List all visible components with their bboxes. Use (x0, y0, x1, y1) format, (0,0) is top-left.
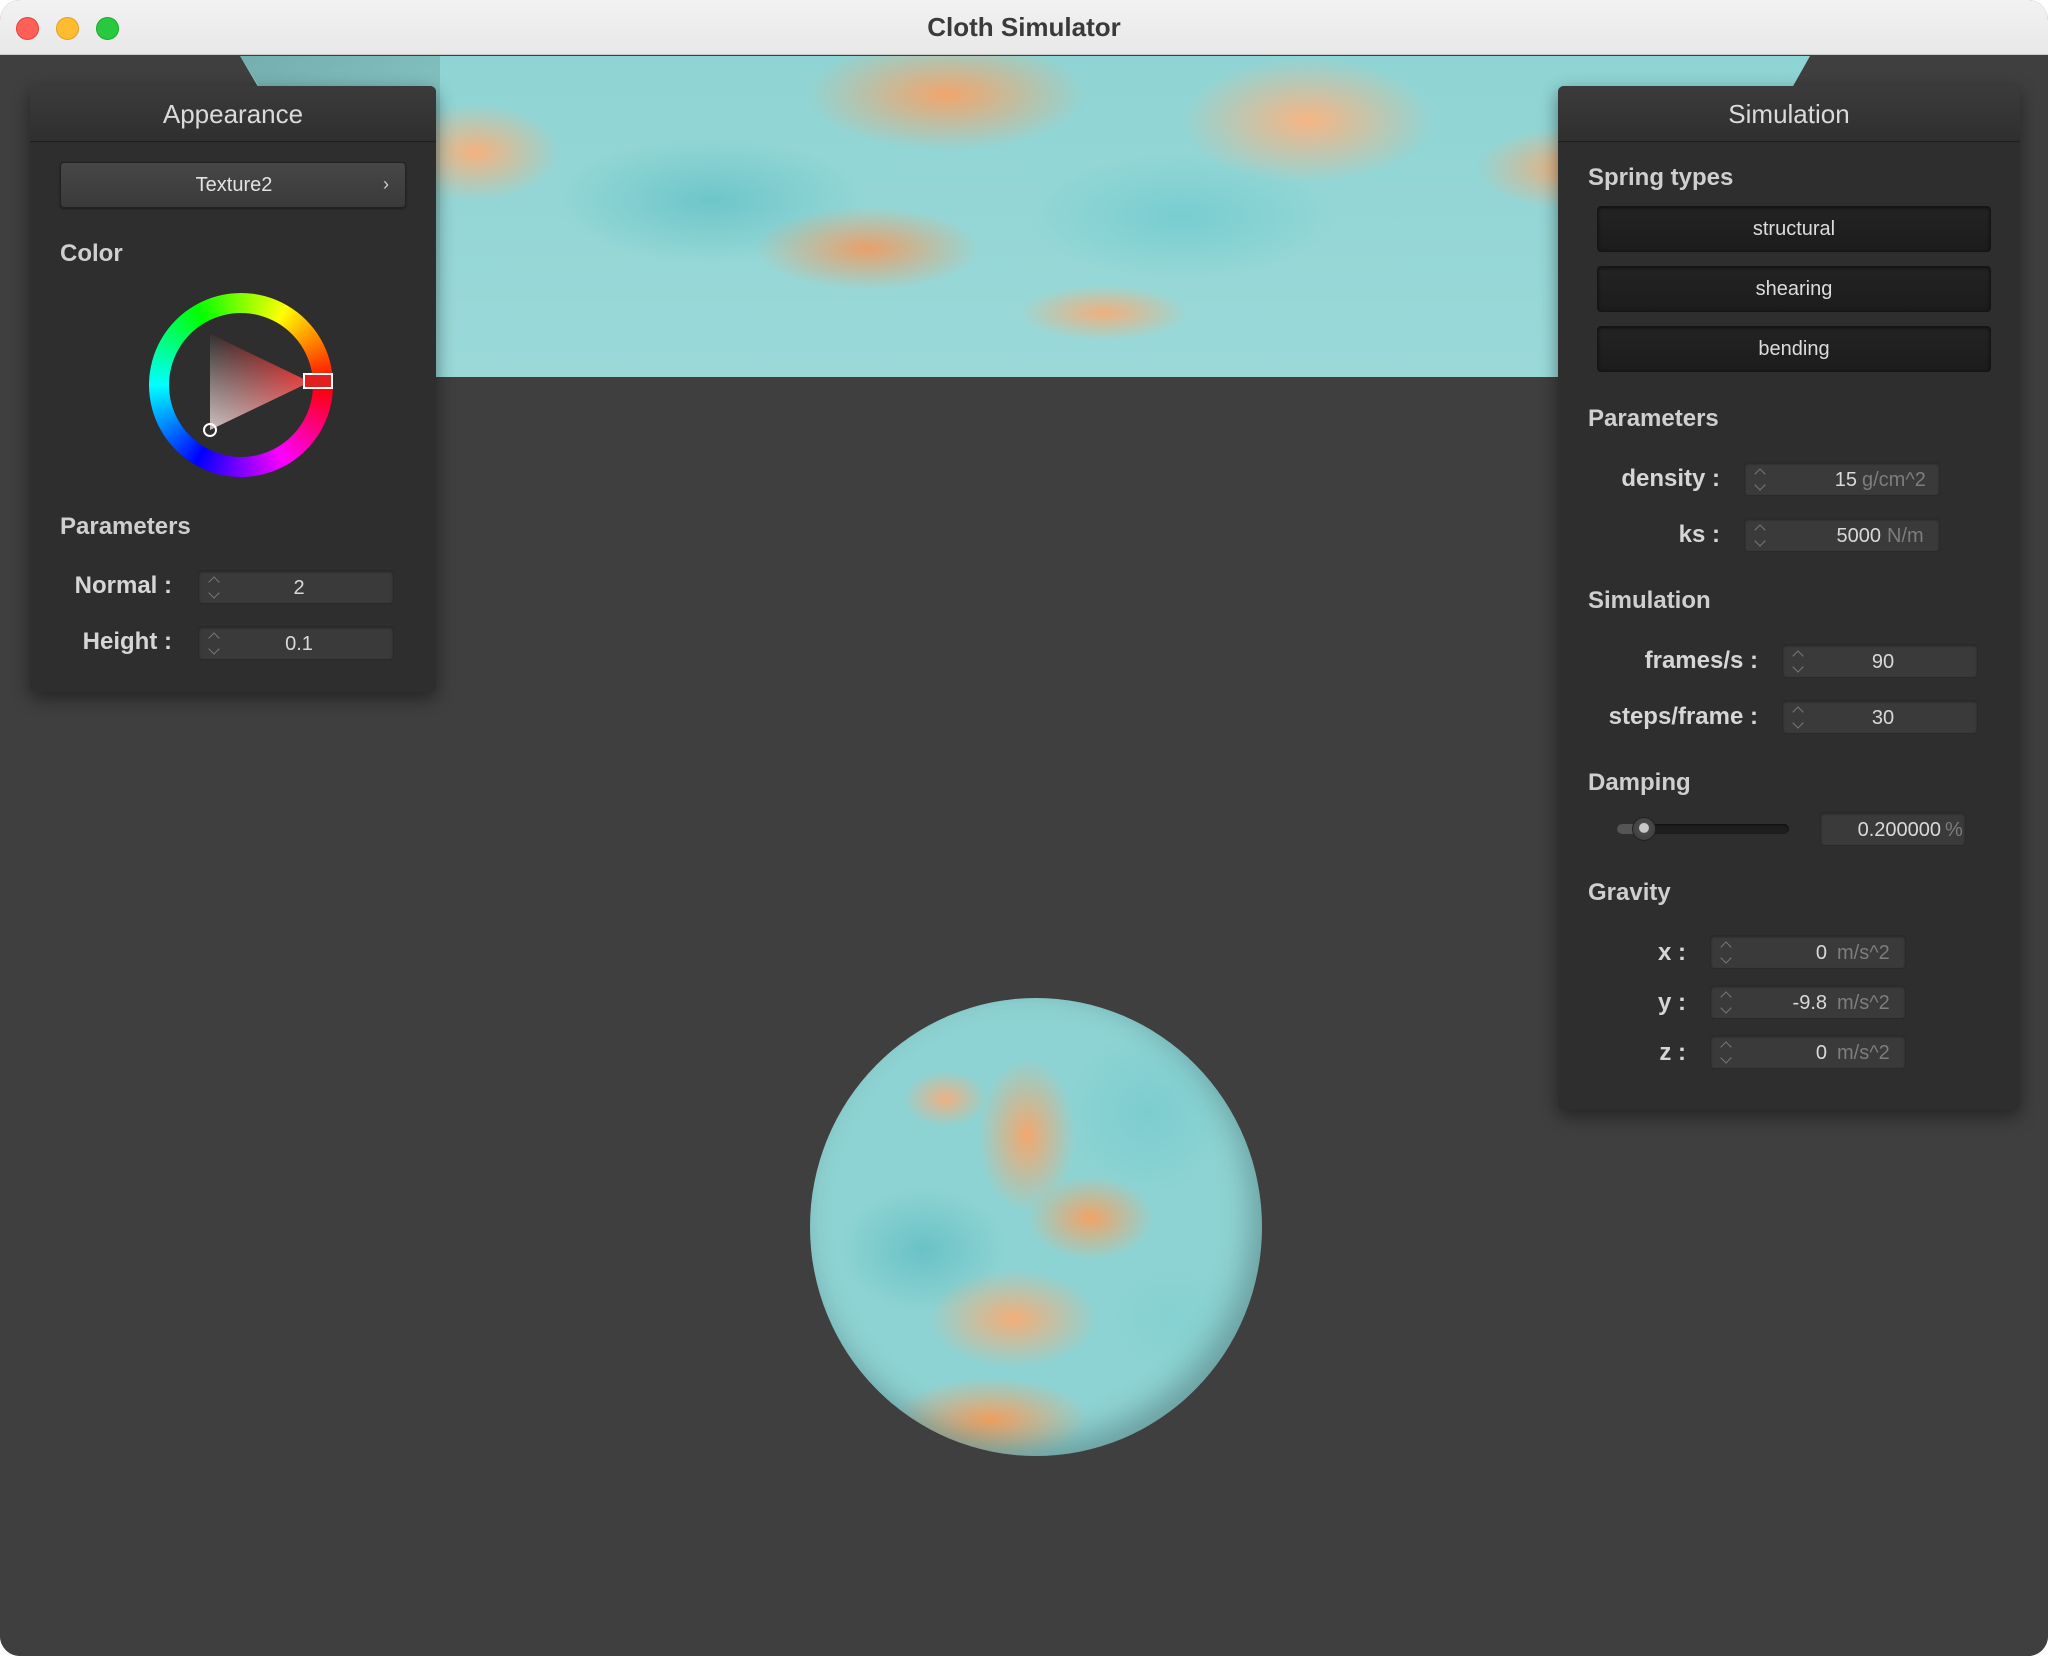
frames-per-second-value: 90 (1871, 651, 1895, 673)
density-label: density : (1621, 465, 1720, 492)
damping-unit: % (1945, 819, 1963, 841)
spin-arrows-icon[interactable] (207, 630, 221, 658)
color-section-label: Color (60, 240, 123, 267)
damping-slider-handle[interactable] (1631, 817, 1656, 841)
chevron-right-icon: › (383, 174, 389, 194)
spin-arrows-icon[interactable] (1719, 1039, 1733, 1067)
gravity-y-label: y : (1657, 989, 1686, 1016)
ks-unit: N/m (1887, 525, 1924, 547)
window-title: Cloth Simulator (927, 12, 1121, 42)
ks-input[interactable]: 5000 N/m (1744, 518, 1940, 552)
frames-per-second-label: frames/s : (1644, 647, 1758, 674)
steps-per-frame-input[interactable]: 30 (1782, 700, 1978, 734)
gravity-z-label: z : (1659, 1039, 1686, 1066)
simulation-section-label: Simulation (1588, 587, 1711, 614)
height-value: 0.1 (285, 633, 313, 655)
color-wheel[interactable] (146, 290, 336, 480)
simulation-panel-header[interactable]: Simulation (1558, 86, 2020, 142)
bending-toggle-button[interactable]: bending (1597, 326, 1991, 372)
ks-value: 5000 (1836, 525, 1882, 547)
appearance-parameters-label: Parameters (60, 513, 191, 540)
gravity-y-unit: m/s^2 (1837, 992, 1890, 1014)
height-input[interactable]: 0.1 (198, 626, 394, 660)
damping-label: Damping (1588, 769, 1691, 796)
shearing-toggle-button[interactable]: shearing (1597, 266, 1991, 312)
gravity-z-input[interactable]: 0 m/s^2 (1710, 1035, 1906, 1069)
collision-sphere (810, 998, 1262, 1456)
texture-dropdown[interactable]: Texture2 › (60, 162, 406, 208)
spin-arrows-icon[interactable] (1791, 648, 1805, 676)
structural-toggle-button[interactable]: structural (1597, 206, 1991, 252)
title-bar: Cloth Simulator (0, 0, 2048, 55)
damping-value: 0.200000 (1857, 819, 1941, 841)
spin-arrows-icon[interactable] (1719, 939, 1733, 967)
frames-per-second-input[interactable]: 90 (1782, 644, 1978, 678)
steps-per-frame-label: steps/frame : (1608, 703, 1758, 730)
spin-arrows-icon[interactable] (207, 574, 221, 602)
gravity-x-input[interactable]: 0 m/s^2 (1710, 935, 1906, 969)
spring-types-label: Spring types (1588, 164, 1734, 191)
texture-dropdown-label: Texture2 (195, 174, 273, 196)
normal-label: Normal : (74, 572, 172, 599)
gravity-y-value: -9.8 (1792, 992, 1827, 1014)
gravity-y-input[interactable]: -9.8 m/s^2 (1710, 985, 1906, 1019)
ks-label: ks : (1678, 521, 1720, 548)
spin-arrows-icon[interactable] (1753, 466, 1767, 494)
gravity-z-unit: m/s^2 (1837, 1042, 1890, 1064)
gravity-x-label: x : (1657, 939, 1686, 966)
spin-arrows-icon[interactable] (1719, 989, 1733, 1017)
normal-value: 2 (293, 577, 305, 599)
gravity-x-unit: m/s^2 (1837, 942, 1890, 964)
gravity-label: Gravity (1588, 879, 1671, 906)
density-unit: g/cm^2 (1862, 469, 1926, 491)
normal-input[interactable]: 2 (198, 570, 394, 604)
gravity-x-value: 0 (1815, 942, 1827, 964)
spin-arrows-icon[interactable] (1753, 522, 1767, 550)
steps-per-frame-value: 30 (1871, 707, 1895, 729)
spin-arrows-icon[interactable] (1791, 704, 1805, 732)
simulation-parameters-label: Parameters (1588, 405, 1719, 432)
hue-ring-handle[interactable] (303, 373, 333, 389)
gravity-z-value: 0 (1815, 1042, 1827, 1064)
appearance-panel-header[interactable]: Appearance (30, 86, 436, 142)
height-label: Height : (82, 628, 172, 655)
density-input[interactable]: 15 g/cm^2 (1744, 462, 1940, 496)
app-window: Cloth Simulator Appearance Texture2 › Co… (0, 0, 2048, 1656)
damping-input[interactable]: 0.200000 % (1820, 812, 1966, 846)
density-value: 15 (1834, 469, 1857, 491)
